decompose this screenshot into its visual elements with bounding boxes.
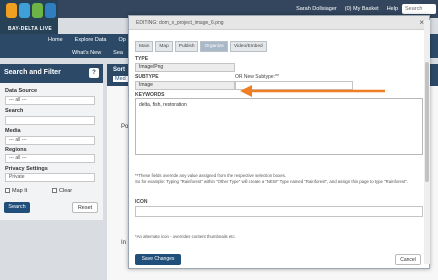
media-tab[interactable]: Med xyxy=(113,76,128,82)
type-select[interactable]: Image/Png xyxy=(135,63,235,72)
tab-video-embed[interactable]: Video/Embed xyxy=(229,41,267,52)
override-note-1: **These fields override any value assign… xyxy=(135,173,286,178)
search-button[interactable]: Search xyxy=(4,202,30,213)
clear-label: Clear xyxy=(59,188,73,194)
sidebar-header: Search and Filter ? xyxy=(0,64,103,83)
data-source-label: Data Source xyxy=(5,88,38,94)
override-note-2: So for example: Typing "Rainforest" with… xyxy=(135,179,408,184)
search-filter-sidebar: Search and Filter ? Data Source --- all … xyxy=(0,64,103,220)
modal-tabs: Main Map Publish Organize Video/Embed xyxy=(135,41,267,52)
regions-label: Regions xyxy=(5,147,27,153)
icon-note: *An alternate icon - overrides content t… xyxy=(135,234,236,239)
privacy-label: Privacy Settings xyxy=(5,166,48,172)
logo-icon xyxy=(6,3,17,18)
reset-button[interactable]: Reset xyxy=(72,202,98,213)
data-source-select[interactable]: --- all --- xyxy=(5,96,95,105)
map-it-checkbox[interactable]: Map It xyxy=(5,188,27,194)
subtype-label: SUBTYPE xyxy=(135,74,159,80)
logo-icon xyxy=(19,3,30,18)
modal-title-bar[interactable]: EDITING: dom_x_project_image_6.png × xyxy=(129,16,429,30)
sort-label: Sort xyxy=(113,67,125,73)
annotation-arrow-icon xyxy=(240,85,385,97)
modal-scrollbar[interactable] xyxy=(424,20,430,264)
top-search-input[interactable]: Search xyxy=(402,4,436,14)
tab-organize[interactable]: Organize xyxy=(200,41,228,52)
logo-icon xyxy=(32,3,43,18)
nav-item-op[interactable]: Op xyxy=(118,37,125,43)
scrollbar-thumb[interactable] xyxy=(425,62,429,182)
icon-label: ICON xyxy=(135,199,148,205)
privacy-select[interactable]: Private xyxy=(5,173,95,182)
keywords-textarea[interactable]: delta, fish, restoration xyxy=(135,98,423,155)
brand-name: BAY-DELTA LIVE xyxy=(8,26,52,32)
sidebar-title: Search and Filter xyxy=(4,69,61,76)
modal-title: EDITING: dom_x_project_image_6.png xyxy=(136,20,224,26)
search-label: Search xyxy=(5,108,24,114)
nav-item-home[interactable]: Home xyxy=(48,37,63,43)
type-label: TYPE xyxy=(135,56,149,62)
regions-select[interactable]: --- all --- xyxy=(5,154,95,163)
sidebar-help-button[interactable]: ? xyxy=(89,68,99,78)
tab-map[interactable]: Map xyxy=(155,41,173,52)
help-link[interactable]: Help xyxy=(383,6,402,12)
sidebar-search-input[interactable] xyxy=(5,116,95,125)
media-label: Media xyxy=(5,128,21,134)
save-changes-button[interactable]: Save Changes xyxy=(135,254,181,265)
edit-modal: EDITING: dom_x_project_image_6.png × Mai… xyxy=(128,15,430,269)
subtype-select[interactable]: Image xyxy=(135,81,235,90)
tab-publish[interactable]: Publish xyxy=(174,41,199,52)
icon-input[interactable] xyxy=(135,206,423,217)
nav-row-1: Home Explore Data Op xyxy=(48,37,138,43)
user-link[interactable]: Sarah Dollsiager xyxy=(292,6,341,12)
checkbox-icon xyxy=(5,188,10,193)
logo-icons xyxy=(6,3,56,18)
basket-link[interactable]: (0) My Basket xyxy=(341,6,383,12)
new-subtype-label: OR New Subtype:** xyxy=(235,74,279,80)
map-it-label: Map It xyxy=(12,188,28,194)
tab-main[interactable]: Main xyxy=(135,41,154,52)
nav-row-2: What's New Sea xyxy=(72,50,135,56)
clear-checkbox[interactable]: Clear xyxy=(52,188,72,194)
checkbox-icon xyxy=(52,188,57,193)
nav-item-sea[interactable]: Sea xyxy=(113,50,123,56)
media-select[interactable]: --- all --- xyxy=(5,136,95,145)
brand-logo[interactable]: BAY-DELTA LIVE xyxy=(0,0,58,34)
cancel-button[interactable]: Cancel xyxy=(395,254,421,265)
nav-item-explore-data[interactable]: Explore Data xyxy=(75,37,107,43)
results-label-in: In xyxy=(121,240,127,246)
logo-icon xyxy=(45,3,56,18)
nav-item-whats-new[interactable]: What's New xyxy=(72,50,101,56)
